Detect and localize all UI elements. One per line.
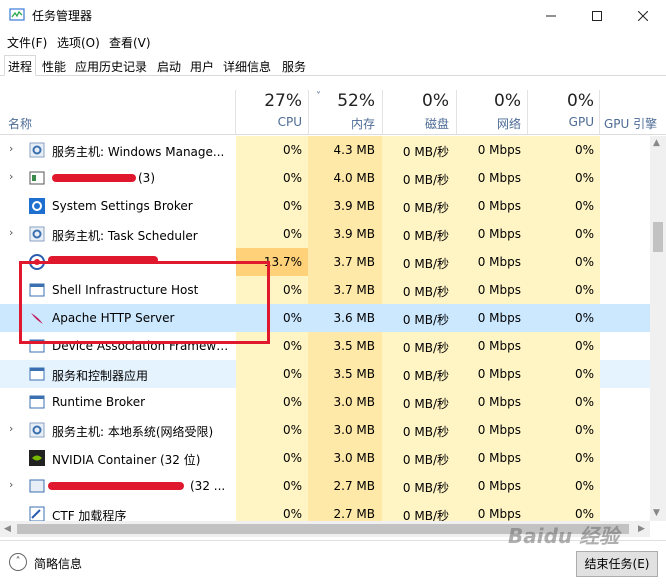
menu-options[interactable]: 选项(O) [57,34,100,51]
expand-icon[interactable]: › [9,478,13,491]
header-gpu[interactable]: GPU [528,115,594,129]
close-button[interactable] [620,0,666,31]
process-row[interactable]: › (32 ... 0% 2.7 MB 0 MB/秒 0 Mbps 0% [0,472,650,500]
task-manager-icon [9,8,25,21]
nvidia-icon [29,450,45,466]
tab-processes[interactable]: 进程 [4,55,37,76]
menu-bar: 文件(F) 选项(O) 查看(V) [0,31,666,52]
maximize-button[interactable] [574,0,620,31]
maximize-icon [592,10,602,21]
header-network-pct[interactable]: 0% [457,91,521,111]
process-row[interactable]: 服务和控制器应用 0% 3.5 MB 0 MB/秒 0 Mbps 0% [0,360,650,388]
process-row[interactable]: NVIDIA Container (32 位) 0% 3.0 MB 0 MB/秒… [0,444,650,472]
process-row[interactable]: System Settings Broker 0% 3.9 MB 0 MB/秒 … [0,192,650,220]
header-network[interactable]: 网络 [457,115,521,132]
header-gpu-pct[interactable]: 0% [528,91,594,111]
header-cpu-pct[interactable]: 27% [236,91,302,111]
process-row[interactable]: › 服务主机: Windows Manage... 0% 4.3 MB 0 MB… [0,136,650,164]
gear-icon [29,226,45,242]
header-gpu-engine[interactable]: GPU 引擎 [604,115,657,132]
header-memory[interactable]: 内存 [309,115,375,132]
header-name[interactable]: 名称 [8,115,32,132]
process-row[interactable]: › 服务主机: Task Scheduler 0% 3.9 MB 0 MB/秒 … [0,220,650,248]
highlight-box [19,261,270,344]
column-headers: 名称 27% CPU ˅ 52% 内存 0% 磁盘 0% 网络 0% GPU G… [0,77,666,135]
chevron-up-icon[interactable]: ˄ [9,553,27,571]
vertical-scrollbar[interactable]: ▲ ▼ [650,136,666,521]
process-row[interactable]: › (3) 0% 4.0 MB 0 MB/秒 0 Mbps 0% [0,164,650,192]
close-icon [638,10,648,21]
tab-services[interactable]: 服务 [278,55,310,76]
header-disk[interactable]: 磁盘 [383,115,449,132]
window-title: 任务管理器 [32,9,93,23]
tab-users[interactable]: 用户 [186,55,218,76]
expand-icon[interactable]: › [9,142,13,155]
tab-bar: 进程 性能 应用历史记录 启动 用户 详细信息 服务 [0,52,666,76]
scroll-left-icon[interactable]: ◀ [4,524,11,534]
header-memory-pct[interactable]: 52% [309,91,375,111]
process-row[interactable]: Runtime Broker 0% 3.0 MB 0 MB/秒 0 Mbps 0… [0,388,650,416]
window-icon [29,367,45,381]
ctf-loader-icon [29,506,45,521]
fewer-details-link[interactable]: 简略信息 [34,555,82,572]
minimize-button[interactable] [528,0,574,31]
watermark: Baidu 经验 [508,524,620,548]
minimize-icon [546,15,556,16]
expand-icon[interactable]: › [9,226,13,239]
settings-gear-icon [29,198,45,214]
process-row[interactable]: CTF 加载程序 0% 2.7 MB 0 MB/秒 0 Mbps 0% [0,500,650,521]
app-icon [29,479,45,493]
menu-file[interactable]: 文件(F) [7,34,47,51]
window-icon [29,395,45,409]
title-bar: 任务管理器 [0,0,666,31]
redaction-scribble [48,482,184,490]
gear-icon [29,142,45,158]
expand-icon[interactable]: › [9,170,13,183]
gear-icon [29,422,45,438]
scroll-down-icon[interactable]: ▼ [653,508,660,518]
expand-icon[interactable]: › [9,422,13,435]
end-task-button[interactable]: 结束任务(E) [576,551,658,577]
scroll-right-icon[interactable]: ▶ [638,524,645,534]
app-window-icon [29,171,45,185]
tab-startup[interactable]: 启动 [153,55,185,76]
scroll-thumb[interactable] [653,222,663,252]
scroll-up-icon[interactable]: ▲ [653,138,660,148]
tab-details[interactable]: 详细信息 [219,55,275,76]
tab-performance[interactable]: 性能 [38,55,70,76]
header-disk-pct[interactable]: 0% [383,91,449,111]
menu-view[interactable]: 查看(V) [109,34,151,51]
redaction-scribble [52,174,136,182]
process-row[interactable]: › 服务主机: 本地系统(网络受限) 0% 3.0 MB 0 MB/秒 0 Mb… [0,416,650,444]
header-cpu[interactable]: CPU [236,115,302,129]
tab-app-history[interactable]: 应用历史记录 [71,55,151,76]
